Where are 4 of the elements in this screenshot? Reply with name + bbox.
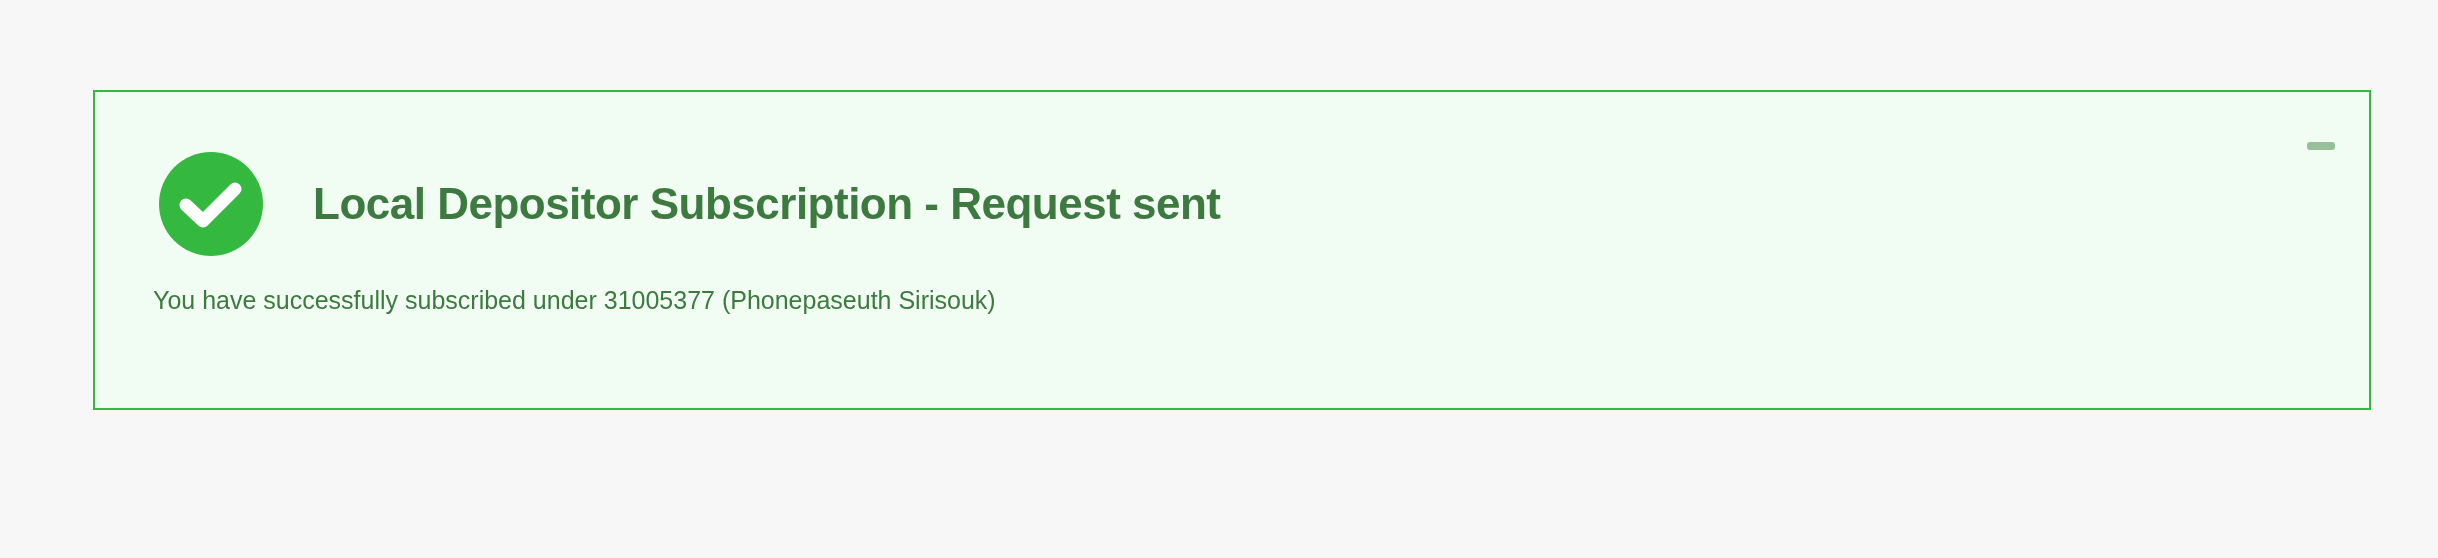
checkmark-icon <box>159 152 263 256</box>
alert-title: Local Depositor Subscription - Request sent <box>313 177 1221 230</box>
collapse-button[interactable] <box>2307 142 2335 150</box>
alert-message: You have successfully subscribed under 31005377 (Phonepaseuth Sirisouk) <box>153 285 997 316</box>
